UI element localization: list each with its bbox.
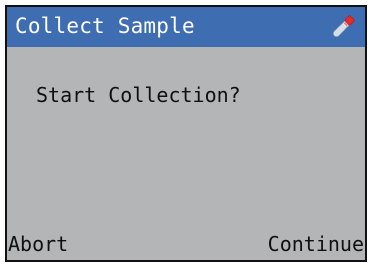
- abort-softkey[interactable]: Abort: [7, 229, 68, 259]
- title-bar: Collect Sample: [7, 7, 365, 47]
- start-collection-prompt: Start Collection?: [36, 83, 241, 107]
- continue-softkey[interactable]: Continue: [268, 229, 365, 259]
- device-screen: Collect Sample Start Collection? Abort C…: [5, 5, 367, 262]
- sample-tube-icon: [328, 12, 358, 42]
- screen-title: Collect Sample: [15, 14, 195, 38]
